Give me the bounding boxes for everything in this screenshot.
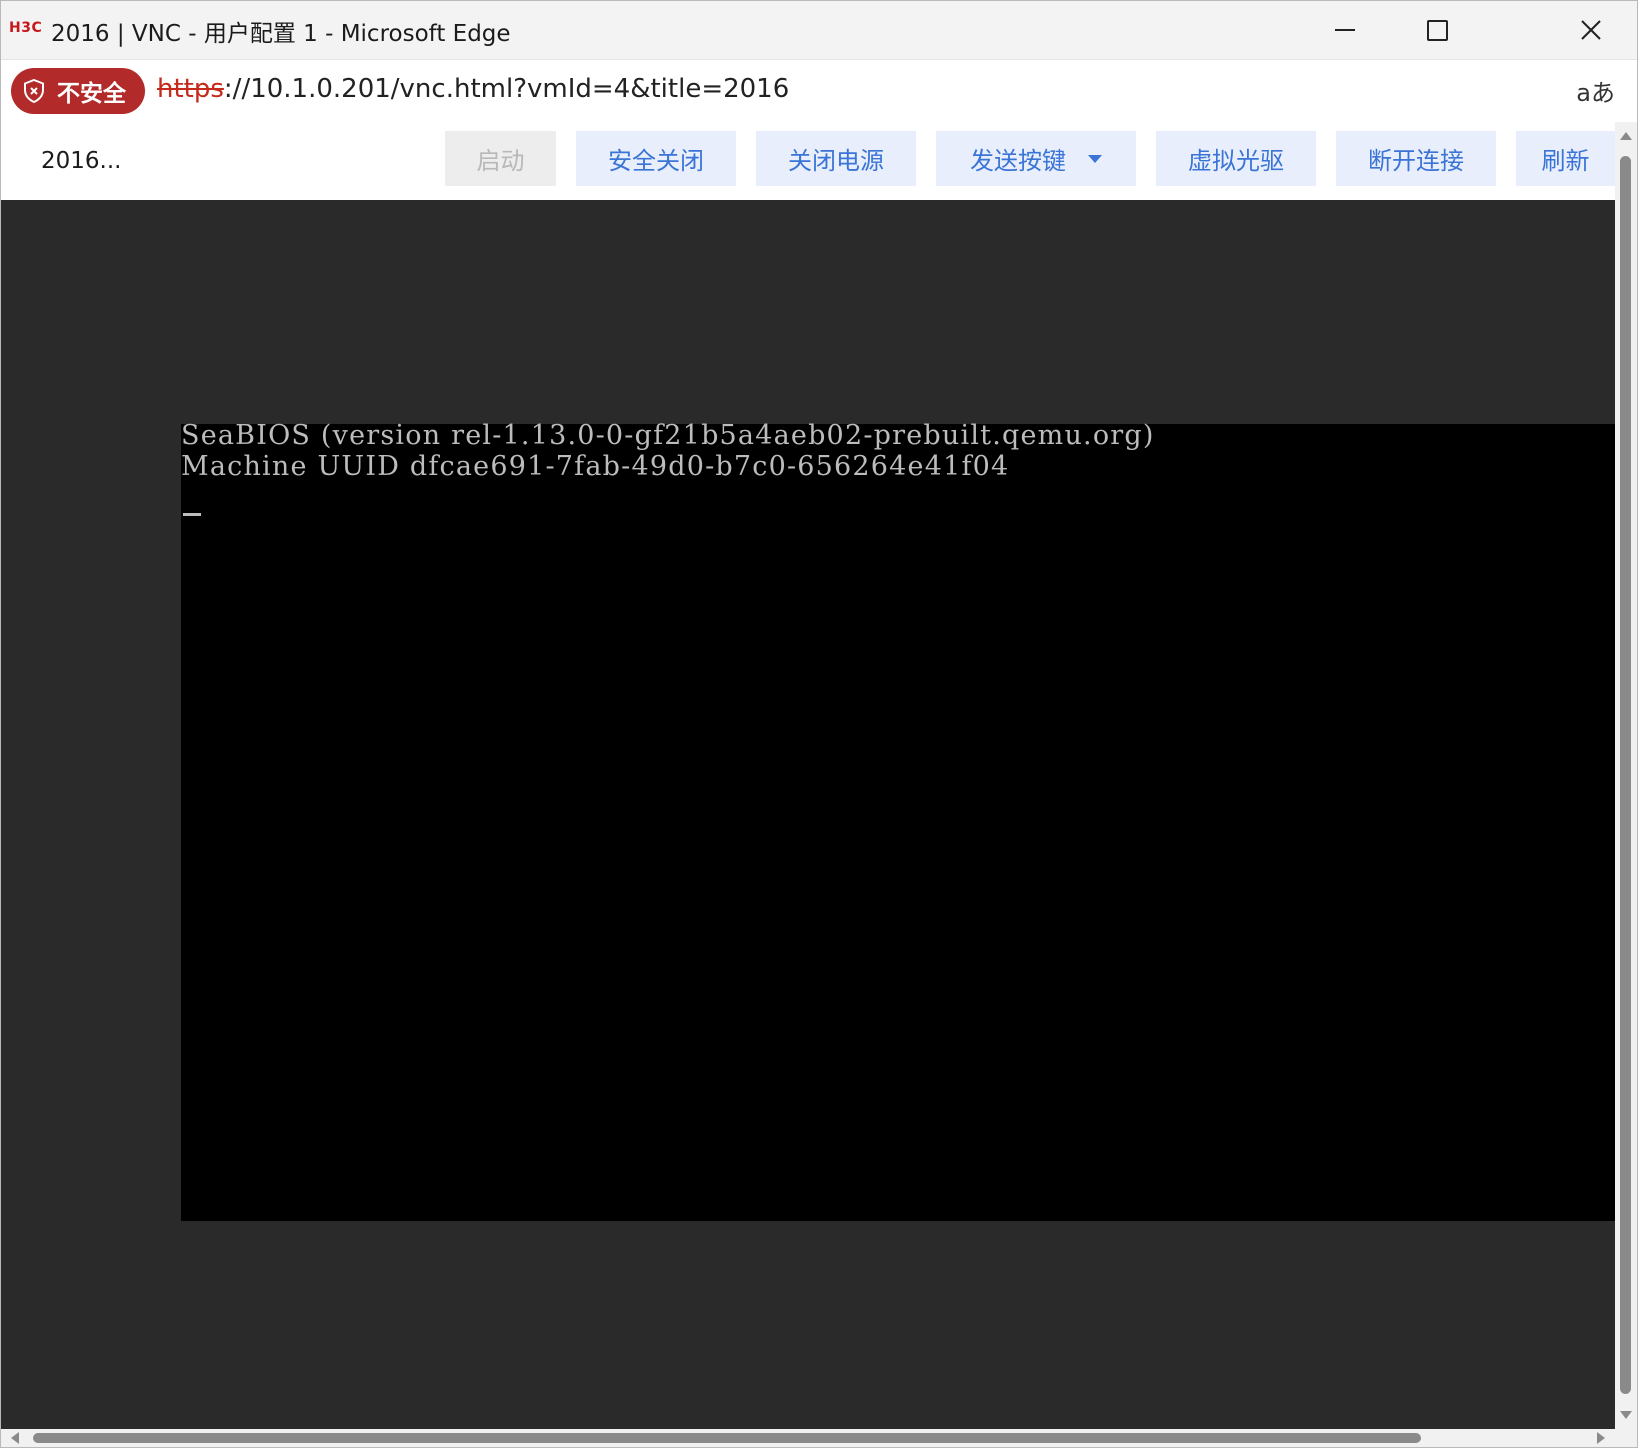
disconnect-label: 断开连接 (1368, 147, 1464, 175)
browser-window: H3C 2016 | VNC - 用户配置 1 - Microsoft Edge… (0, 0, 1638, 1448)
minimize-icon (1335, 29, 1355, 31)
vnc-canvas[interactable]: SeaBIOS (version rel-1.13.0-0-gf21b5a4ae… (1, 200, 1615, 1429)
vm-name: 2016... (41, 148, 122, 174)
refresh-button[interactable]: 刷新 (1516, 131, 1615, 186)
shield-alert-icon (24, 79, 44, 103)
text-cursor (183, 513, 201, 516)
horizontal-scrollbar[interactable] (1, 1429, 1615, 1447)
vertical-scroll-thumb[interactable] (1620, 156, 1631, 1394)
start-button[interactable]: 启动 (445, 131, 556, 186)
page-content: 2016... 启动 安全关闭 关闭电源 发送按键 虚拟光驱 断开连接 刷新 S… (1, 122, 1615, 1429)
window-title: 2016 | VNC - 用户配置 1 - Microsoft Edge (51, 21, 511, 47)
bios-screen[interactable]: SeaBIOS (version rel-1.13.0-0-gf21b5a4ae… (181, 420, 1615, 1221)
start-button-label: 启动 (476, 147, 525, 175)
scrollbar-corner (1615, 1429, 1637, 1447)
url-field[interactable]: https://10.1.0.201/vnc.html?vmId=4&title… (157, 74, 789, 104)
url-protocol: https (157, 74, 224, 104)
power-off-button[interactable]: 关闭电源 (756, 131, 916, 186)
scroll-right-icon[interactable] (1597, 1432, 1605, 1444)
minimize-button[interactable] (1299, 1, 1391, 59)
vnc-toolbar: 2016... 启动 安全关闭 关闭电源 发送按键 虚拟光驱 断开连接 刷新 (1, 122, 1615, 200)
safe-shutdown-label: 安全关闭 (608, 147, 704, 175)
address-bar: 不安全 https://10.1.0.201/vnc.html?vmId=4&t… (1, 59, 1637, 123)
safe-shutdown-button[interactable]: 安全关闭 (576, 131, 736, 186)
h3c-logo: H3C (9, 20, 43, 36)
console-line: SeaBIOS (version rel-1.13.0-0-gf21b5a4ae… (181, 420, 1155, 451)
horizontal-scroll-thumb[interactable] (33, 1433, 1421, 1443)
vertical-scrollbar[interactable] (1615, 122, 1637, 1429)
console-line: Machine UUID dfcae691-7fab-49d0-b7c0-656… (181, 451, 1010, 482)
maximize-icon (1426, 19, 1448, 41)
title-bar: H3C 2016 | VNC - 用户配置 1 - Microsoft Edge (1, 1, 1637, 59)
send-keys-label: 发送按键 (970, 147, 1066, 175)
translate-icon[interactable]: aあ (1576, 73, 1615, 108)
send-keys-button[interactable]: 发送按键 (936, 131, 1136, 186)
power-off-label: 关闭电源 (788, 147, 884, 175)
virtual-cdrom-button[interactable]: 虚拟光驱 (1156, 131, 1316, 186)
close-button[interactable] (1545, 1, 1637, 59)
virtual-cdrom-label: 虚拟光驱 (1188, 147, 1284, 175)
scroll-left-icon[interactable] (11, 1432, 19, 1444)
url-path: ://10.1.0.201/vnc.html?vmId=4&title=2016 (223, 74, 790, 104)
refresh-label: 刷新 (1541, 147, 1590, 175)
security-indicator-button[interactable]: 不安全 (11, 68, 145, 114)
scroll-down-icon[interactable] (1620, 1411, 1632, 1419)
scroll-up-icon[interactable] (1620, 132, 1632, 140)
disconnect-button[interactable]: 断开连接 (1336, 131, 1496, 186)
maximize-button[interactable] (1391, 1, 1483, 59)
dropdown-caret-icon (1088, 154, 1102, 163)
security-label: 不安全 (57, 81, 126, 107)
close-icon (1581, 20, 1601, 40)
